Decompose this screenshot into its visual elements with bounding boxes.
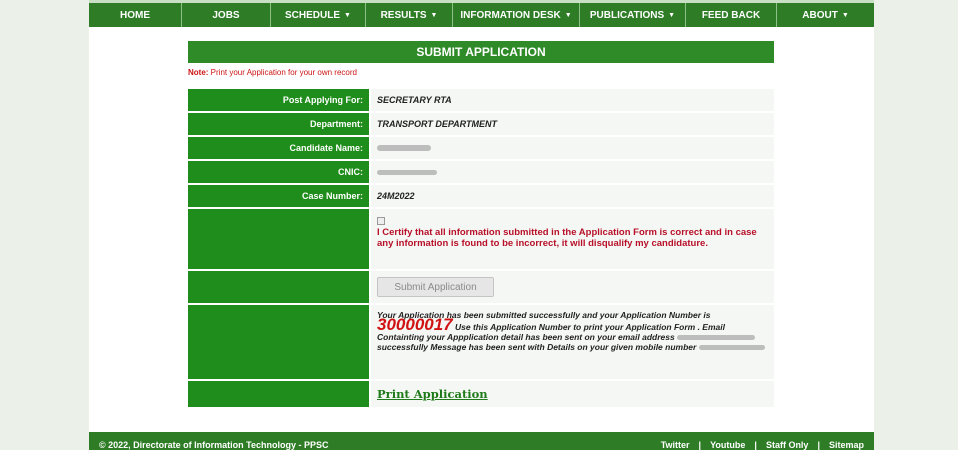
certify-cell: I Certify that all information submitted… (371, 209, 774, 269)
nav-schedule[interactable]: SCHEDULE ▼ (271, 3, 366, 27)
nav-label: SCHEDULE (285, 9, 341, 21)
submit-row: Submit Application (188, 271, 774, 303)
note-text: Print your Application for your own reco… (208, 68, 357, 77)
nav-jobs[interactable]: JOBS (182, 3, 271, 27)
redacted-mobile (698, 345, 765, 351)
nav-information-desk[interactable]: INFORMATION DESK ▼ (453, 3, 580, 27)
nav-label: ABOUT (802, 9, 838, 21)
print-cell: Print Application (371, 381, 774, 407)
case-number-label: Case Number: (188, 185, 369, 207)
caret-down-icon: ▼ (841, 11, 849, 19)
print-application-link[interactable]: Print Application (377, 387, 488, 401)
page-title: SUBMIT APPLICATION (188, 41, 774, 63)
footer: © 2022, Directorate of Information Techn… (89, 432, 874, 450)
certify-text: I Certify that all information submitted… (377, 227, 757, 249)
nav-label: INFORMATION DESK (460, 9, 561, 21)
case-row: Case Number: 24M2022 (188, 185, 774, 207)
print-row: Print Application (188, 381, 774, 407)
caret-down-icon: ▼ (430, 11, 438, 19)
post-value: SECRETARY RTA (371, 89, 774, 111)
candidate-name-label: Candidate Name: (188, 137, 369, 159)
certify-label-cell (188, 209, 369, 269)
nav-label: PUBLICATIONS (589, 9, 665, 21)
name-row: Candidate Name: (188, 137, 774, 159)
submit-application-button[interactable]: Submit Application (377, 277, 494, 297)
copyright-text: © 2022, Directorate of Information Techn… (99, 440, 329, 450)
footer-links: Twitter | Youtube | Staff Only | Sitemap (661, 440, 864, 450)
redacted-name (377, 145, 431, 151)
success-message: Your Application has been submitted succ… (377, 310, 774, 352)
message-label-cell (188, 305, 369, 379)
post-label: Post Applying For: (188, 89, 369, 111)
certify-row: I Certify that all information submitted… (188, 209, 774, 269)
main-nav: HOME JOBS SCHEDULE ▼ RESULTS ▼ INFORMATION… (89, 0, 874, 27)
department-label: Department: (188, 113, 369, 135)
nav-feedback[interactable]: FEED BACK (686, 3, 777, 27)
candidate-name-value (371, 137, 774, 159)
department-row: Department: TRANSPORT DEPARTMENT (188, 113, 774, 135)
cnic-value (371, 161, 774, 183)
nav-results[interactable]: RESULTS ▼ (366, 3, 453, 27)
footer-link-sitemap[interactable]: Sitemap (829, 440, 864, 450)
post-row: Post Applying For: SECRETARY RTA (188, 89, 774, 111)
print-label-cell (188, 381, 369, 407)
application-form: Post Applying For: SECRETARY RTA Departm… (188, 89, 774, 409)
separator: | (754, 440, 757, 450)
note-prefix: Note: (188, 68, 209, 77)
nav-label: JOBS (212, 9, 240, 21)
certify-checkbox[interactable] (377, 217, 385, 225)
footer-link-staff-only[interactable]: Staff Only (766, 440, 809, 450)
caret-down-icon: ▼ (668, 11, 676, 19)
separator: | (698, 440, 702, 450)
nav-about[interactable]: ABOUT ▼ (777, 3, 874, 27)
footer-link-youtube[interactable]: Youtube (710, 440, 745, 450)
nav-home[interactable]: HOME (89, 3, 182, 27)
redacted-email (677, 335, 756, 341)
caret-down-icon: ▼ (564, 11, 572, 19)
redacted-cnic (377, 169, 437, 175)
message-cell: Your Application has been submitted succ… (371, 305, 774, 379)
nav-label: HOME (120, 9, 150, 21)
print-note: Note: Print your Application for your ow… (188, 68, 357, 77)
message-row: Your Application has been submitted succ… (188, 305, 774, 379)
footer-link-twitter[interactable]: Twitter (661, 440, 690, 450)
submit-cell: Submit Application (371, 271, 774, 303)
nav-label: FEED BACK (701, 9, 761, 21)
separator: | (817, 440, 820, 450)
cnic-label: CNIC: (188, 161, 369, 183)
department-value: TRANSPORT DEPARTMENT (371, 113, 774, 135)
case-number-value: 24M2022 (371, 185, 774, 207)
page-container: HOME JOBS SCHEDULE ▼ RESULTS ▼ INFORMATION… (89, 0, 874, 450)
caret-down-icon: ▼ (344, 11, 351, 19)
cnic-row: CNIC: (188, 161, 774, 183)
submit-label-cell (188, 271, 369, 303)
nav-publications[interactable]: PUBLICATIONS ▼ (580, 3, 686, 27)
success-line3: successfully Message has been sent with … (377, 342, 697, 352)
nav-label: RESULTS (380, 9, 427, 21)
